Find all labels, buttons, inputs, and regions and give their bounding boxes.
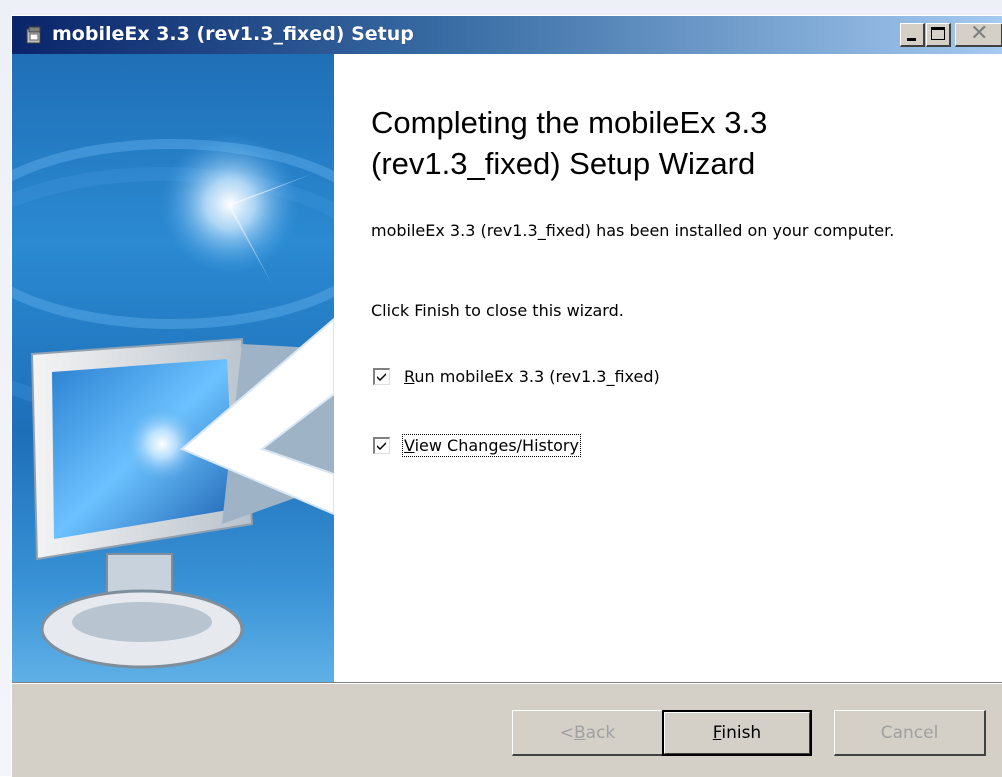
close-icon: ✕ (970, 21, 989, 46)
view-history-label[interactable]: View Changes/History (402, 433, 581, 457)
view-history-checkbox-row[interactable]: View Changes/History (373, 433, 581, 457)
footer-separator (12, 682, 1002, 684)
back-button-label: ack (585, 722, 616, 743)
maximize-button[interactable] (926, 23, 951, 47)
checkmark-icon (377, 372, 386, 381)
wizard-banner-image (12, 54, 334, 682)
minimize-icon (907, 38, 916, 41)
back-button-mnemonic: B (573, 722, 586, 743)
run-app-checkbox-row[interactable]: Run mobileEx 3.3 (rev1.3_fixed) (373, 365, 661, 387)
title-bar[interactable]: mobileEx 3.3 (rev1.3_fixed) Setup ✕ (12, 16, 1002, 54)
view-history-checkbox[interactable] (373, 436, 390, 454)
wizard-body: Completing the mobileEx 3.3 (rev1.3_fixe… (12, 54, 1002, 682)
finish-button-label: Finish (712, 723, 762, 743)
window-title: mobileEx 3.3 (rev1.3_fixed) Setup (52, 23, 414, 45)
checkmark-icon (377, 441, 386, 450)
back-button-prefix: < (559, 722, 574, 743)
run-app-checkbox[interactable] (373, 367, 390, 385)
page-title: Completing the mobileEx 3.3 (rev1.3_fixe… (371, 105, 768, 181)
cancel-button[interactable]: Cancel (834, 710, 986, 756)
setup-wizard-window: mobileEx 3.3 (rev1.3_fixed) Setup ✕ Comp… (11, 15, 1002, 777)
minimize-button[interactable] (900, 23, 925, 47)
wizard-content: Completing the mobileEx 3.3 (rev1.3_fixe… (334, 54, 1002, 682)
back-button[interactable]: < Back (512, 710, 664, 756)
button-bar: < Back Finish Cancel (12, 682, 1002, 777)
run-app-label[interactable]: Run mobileEx 3.3 (rev1.3_fixed) (403, 366, 661, 387)
installer-icon (26, 26, 41, 44)
maximize-icon (931, 27, 945, 40)
close-button[interactable]: ✕ (955, 21, 1002, 47)
installed-message: mobileEx 3.3 (rev1.3_fixed) has been ins… (371, 221, 895, 240)
finish-button[interactable]: Finish (662, 710, 812, 756)
finish-instruction: Click Finish to close this wizard. (371, 301, 624, 320)
computer-monitor-illustration (12, 134, 334, 669)
